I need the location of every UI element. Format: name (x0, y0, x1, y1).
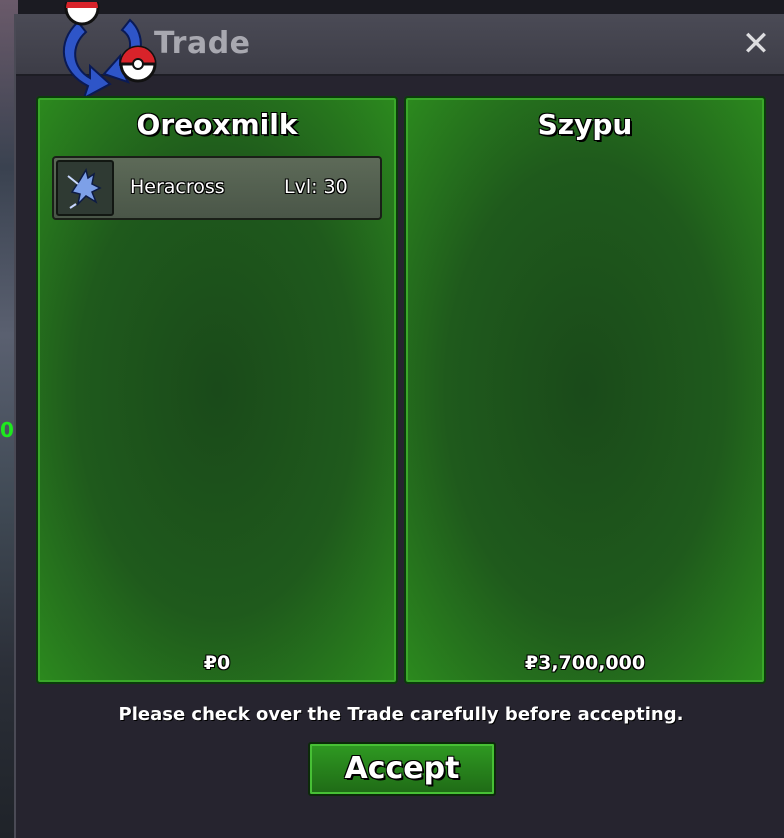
player-name-partner: Szypu (537, 108, 633, 141)
trade-notice: Please check over the Trade carefully be… (118, 704, 684, 725)
pokemon-thumbnail (56, 160, 114, 216)
player-name-self: Oreoxmilk (136, 108, 298, 141)
money-offer-partner: ₽3,700,000 (524, 652, 646, 674)
money-offer-self: ₽0 (203, 652, 231, 674)
window-title: Trade (154, 26, 251, 61)
heracross-sprite-icon (67, 168, 102, 209)
background-fragment: 0 (0, 418, 14, 442)
pokemon-level: Lvl: 30 (284, 176, 348, 198)
offer-panel-partner: Szypu ₽3,700,000 (404, 96, 766, 684)
accept-button[interactable]: Accept (308, 742, 496, 796)
offered-pokemon-row[interactable]: Heracross Lvl: 30 (52, 156, 382, 220)
close-icon[interactable]: ✕ (738, 24, 774, 64)
trade-arrows-pokeball-icon (62, 2, 157, 101)
offer-panel-self: Oreoxmilk Heracross Lvl: 30 ₽0 (36, 96, 398, 684)
pokemon-name: Heracross (130, 176, 225, 198)
trade-window: Trade ✕ Oreoxmilk Heracross Lvl: 30 ₽0 S… (14, 2, 784, 838)
